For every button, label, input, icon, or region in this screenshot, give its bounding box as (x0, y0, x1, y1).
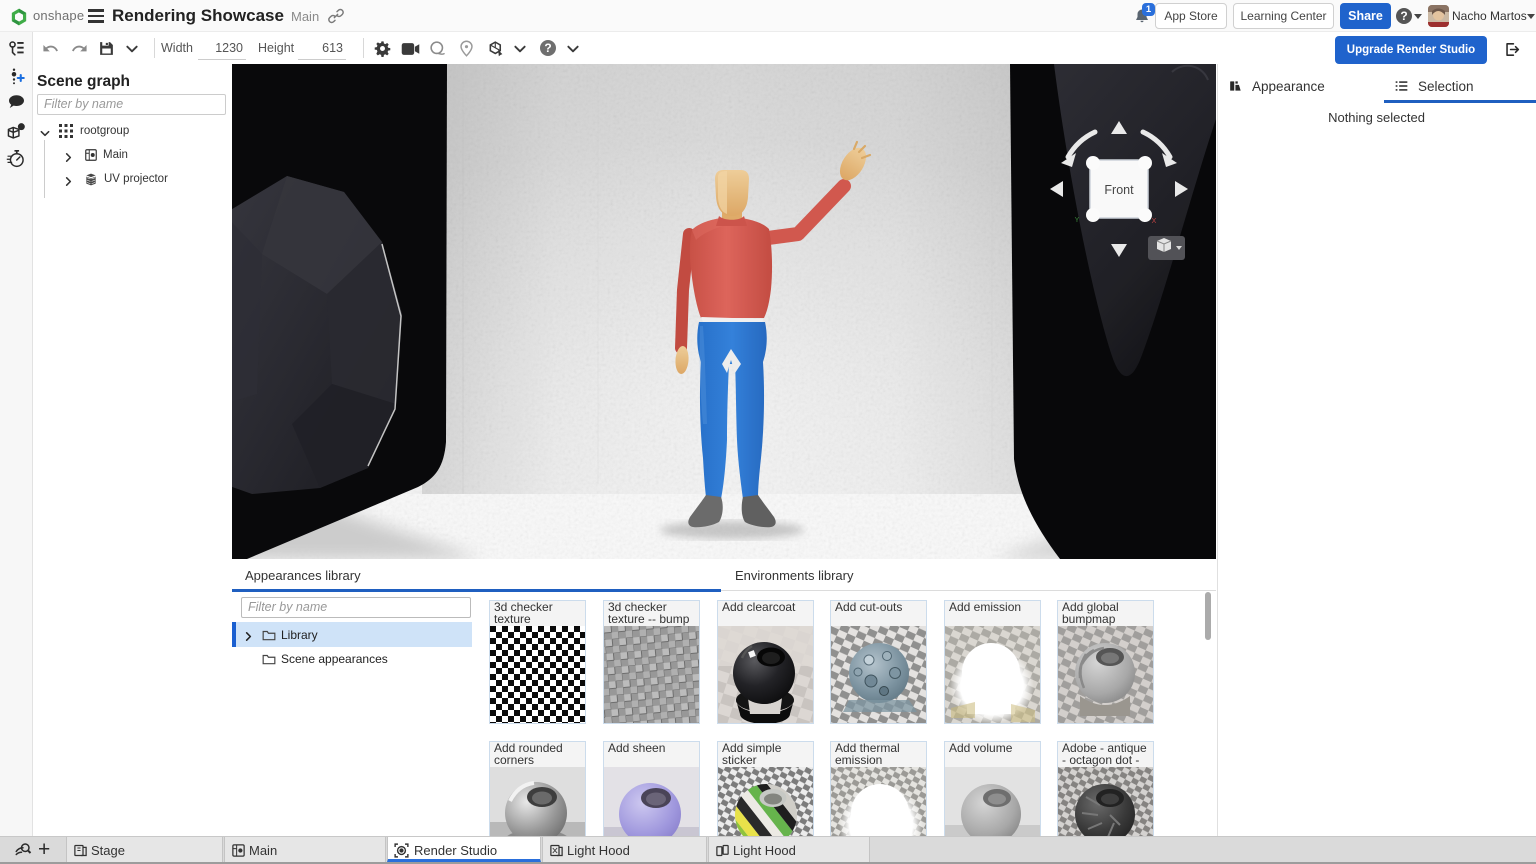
svg-text:?: ? (19, 125, 23, 131)
